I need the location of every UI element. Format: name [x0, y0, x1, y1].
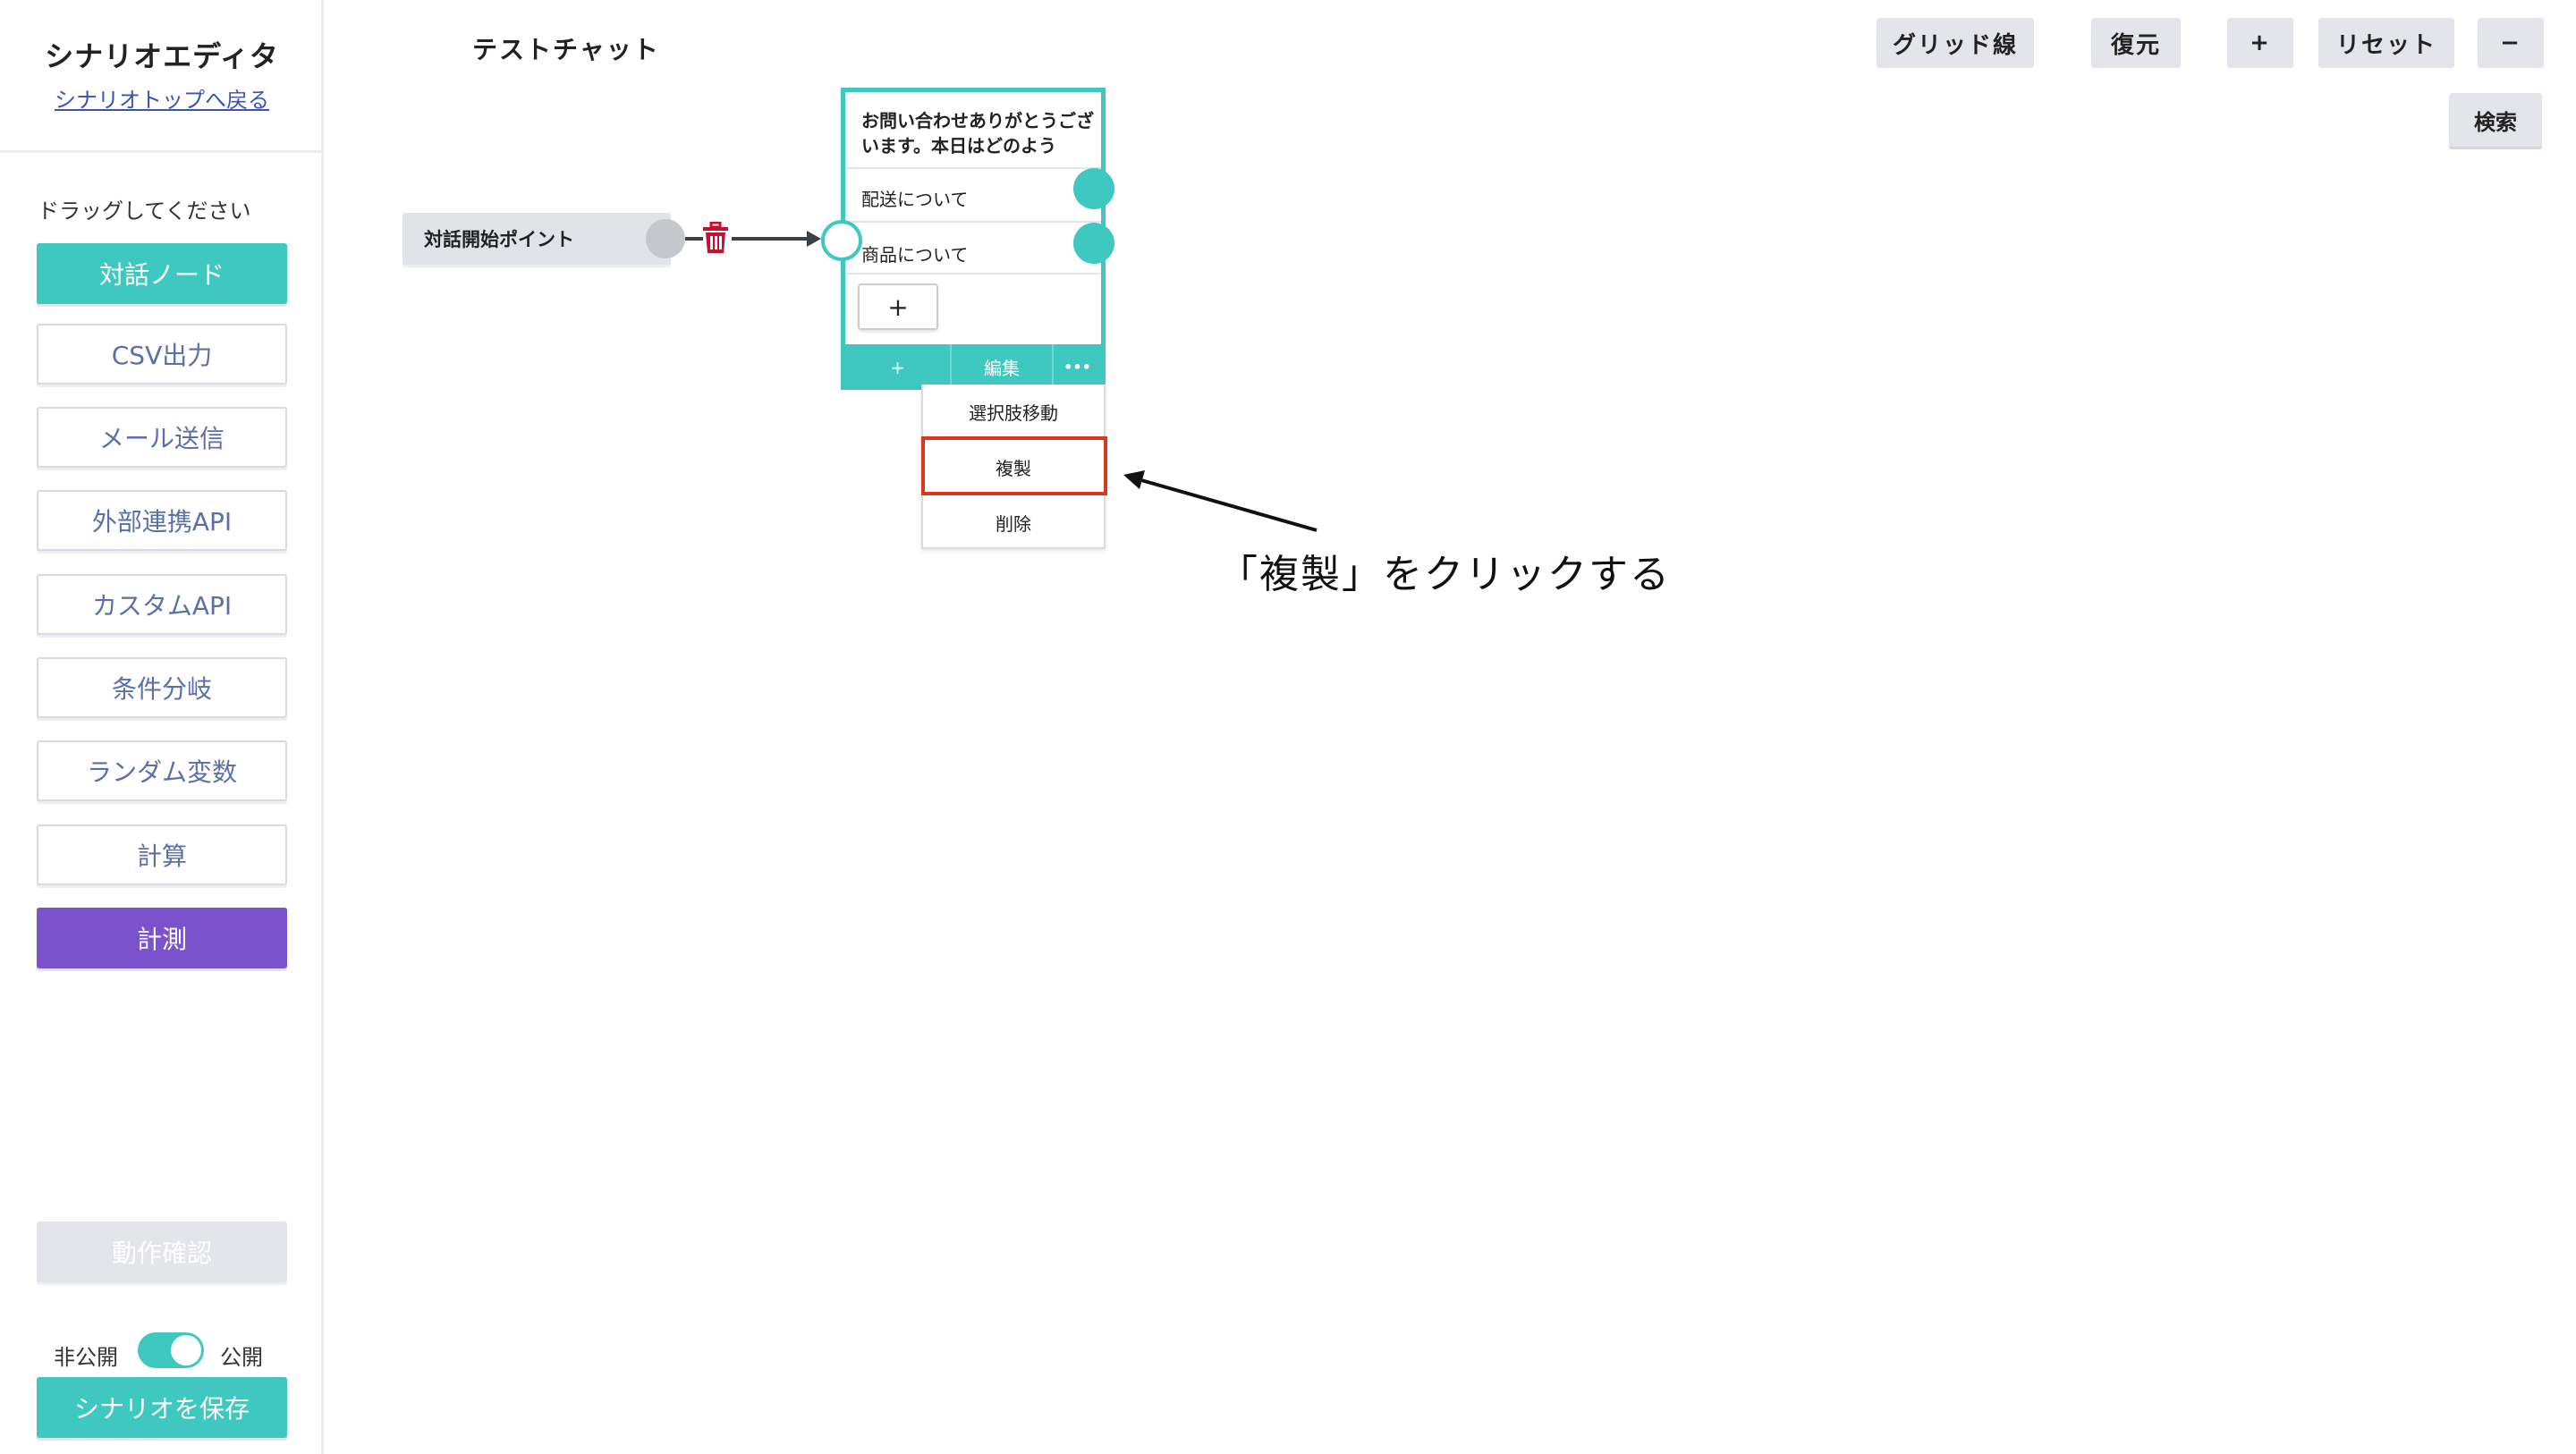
dialog-node-input-port[interactable]: [821, 220, 862, 261]
connection-layer: [685, 231, 1318, 532]
trash-icon[interactable]: [701, 222, 730, 254]
annotation-arrow-head: [1123, 470, 1145, 489]
add-choice-button[interactable]: +: [858, 283, 938, 330]
dialog-node-footer: + 編集 •••: [845, 344, 1101, 390]
annotation-arrow-line: [1140, 478, 1318, 532]
dialog-node[interactable]: お問い合わせありがとうございます。本日はどのよう 配送について 商品について +…: [841, 88, 1106, 390]
dialog-node-message: お問い合わせありがとうございます。本日はどのよう: [861, 110, 1094, 156]
node-add-button[interactable]: +: [845, 344, 950, 390]
node-separator: [845, 221, 1101, 223]
choice-product[interactable]: 商品について: [861, 241, 968, 266]
choice-product-output-port[interactable]: [1073, 223, 1114, 264]
choice-delivery-output-port[interactable]: [1073, 168, 1114, 209]
start-node-output-port[interactable]: [646, 219, 685, 258]
menu-delete[interactable]: 削除: [923, 495, 1104, 549]
menu-move-choice[interactable]: 選択肢移動: [923, 385, 1104, 438]
node-edit-button[interactable]: 編集: [950, 344, 1052, 390]
node-more-button[interactable]: •••: [1052, 344, 1101, 390]
start-node[interactable]: 対話開始ポイント: [402, 213, 671, 265]
duplicate-highlight-box: [921, 436, 1107, 495]
start-connector-arrowhead: [807, 231, 821, 247]
node-separator: [845, 167, 1101, 169]
node-separator: [845, 273, 1101, 275]
instruction-annotation: 「複製」をクリックする: [1218, 552, 1671, 597]
choice-delivery[interactable]: 配送について: [861, 185, 968, 211]
